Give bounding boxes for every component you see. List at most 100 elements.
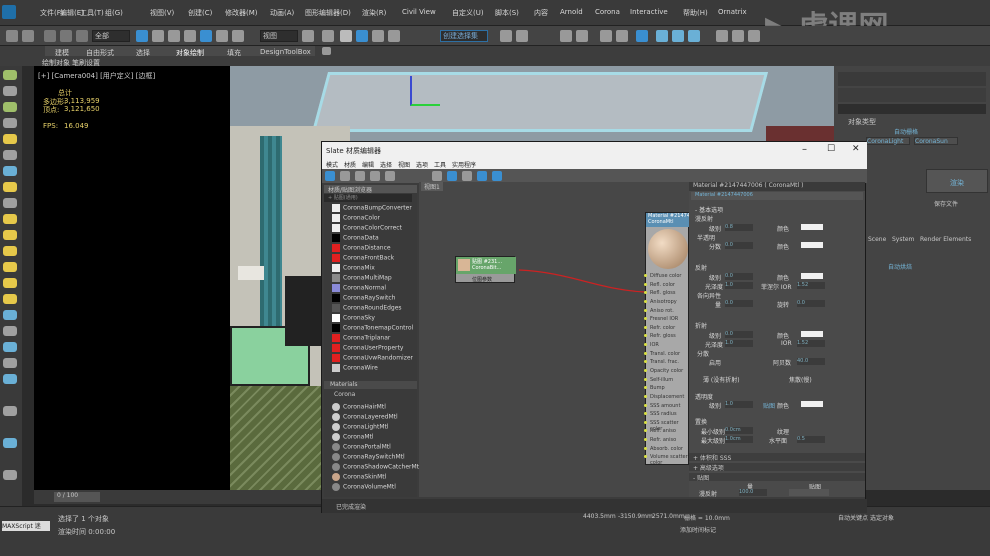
port-socket-icon[interactable] (644, 420, 647, 424)
port-socket-icon[interactable] (644, 308, 647, 312)
slate-menu-material[interactable]: 材质 (344, 160, 356, 169)
auto-bake-button[interactable]: 自动烘焙 (888, 262, 912, 271)
move-icon[interactable] (200, 30, 212, 42)
material-port[interactable]: Refl. gloss (646, 290, 690, 296)
rect-select-icon[interactable] (168, 30, 180, 42)
link-icon[interactable] (44, 30, 56, 42)
menu-group[interactable]: 组(G) (105, 8, 123, 18)
list-item[interactable]: CoronaMix (332, 264, 410, 274)
thin-checkbox[interactable]: 薄 (没有折射) (703, 375, 740, 384)
material-port[interactable]: IOR (646, 342, 690, 348)
wire-icon[interactable] (3, 374, 17, 384)
render-tab-system[interactable]: System (892, 236, 914, 243)
material-port[interactable]: SSS amount (646, 403, 690, 409)
params-name[interactable]: Material #2147447006 (691, 192, 863, 200)
opacity-level-spinner[interactable]: 1.0 (725, 401, 753, 408)
material-port[interactable]: Self-illum (646, 377, 690, 383)
slate-menu-select[interactable]: 选择 (380, 160, 392, 169)
corona-vfb-icon[interactable] (732, 30, 744, 42)
refr-gloss-spinner[interactable]: 1.0 (725, 340, 753, 347)
menu-interactive[interactable]: Interactive (630, 8, 668, 16)
bitmap-node[interactable]: 贴图 #231... CoronaBit... 位图参数 (455, 256, 516, 283)
caustics-checkbox[interactable]: 焦散(慢) (789, 375, 812, 384)
material-port[interactable]: Refr. gloss (646, 333, 690, 339)
list-item[interactable]: CoronaTriplanar (332, 334, 410, 344)
rollout-volume-sss[interactable]: + 体积和 SSS (689, 453, 865, 462)
ribbon-tab-selection[interactable]: 选择 (136, 48, 150, 58)
close-icon[interactable]: ✕ (852, 144, 860, 154)
render-tab-scene[interactable]: Scene (868, 236, 886, 243)
ruler-icon[interactable] (3, 406, 17, 416)
layout-children-icon[interactable] (477, 171, 487, 181)
material-node[interactable]: Material #21474... CoronaMtl Diffuse col… (644, 212, 695, 466)
refl-level-spinner[interactable]: 0.0 (725, 273, 753, 280)
list-item[interactable]: CoronaUserProperty (332, 344, 410, 354)
layout-icon[interactable] (462, 171, 472, 181)
slate-menu-options[interactable]: 选项 (416, 160, 428, 169)
list-item[interactable]: CoronaDistance (332, 244, 410, 254)
mirror-icon[interactable] (500, 30, 512, 42)
minimize-icon[interactable]: – (802, 144, 807, 155)
port-socket-icon[interactable] (644, 325, 647, 329)
reference-coord-dropdown[interactable]: 视图 (260, 30, 298, 42)
port-socket-icon[interactable] (644, 351, 647, 355)
list-item[interactable]: CoronaRoundEdges (332, 304, 410, 314)
pick-material-icon[interactable] (340, 171, 350, 181)
torus-icon[interactable] (3, 262, 17, 272)
menu-help[interactable]: 帮助(H) (683, 8, 708, 18)
time-slider[interactable]: 0 / 100 (54, 492, 100, 502)
list-item[interactable]: CoronaMtl (332, 433, 410, 443)
slate-menu-edit[interactable]: 编辑 (362, 160, 374, 169)
material-port[interactable]: Anisotropy (646, 299, 690, 305)
ribbon-tab-freeform[interactable]: 自由形式 (86, 48, 114, 58)
material-port[interactable]: Transl. color (646, 351, 690, 357)
globe-icon[interactable] (3, 438, 17, 448)
show-map-icon[interactable] (432, 171, 442, 181)
redo-icon[interactable] (22, 30, 34, 42)
disp-max-spinner[interactable]: 1.0cm (725, 436, 753, 443)
list-item[interactable]: CoronaShadowCatcherMtl (332, 463, 421, 473)
refl-gloss-spinner[interactable]: 1.0 (725, 282, 753, 289)
auto-key[interactable]: 自动关键点 (838, 513, 868, 522)
material-port[interactable]: Opacity color (646, 368, 690, 374)
list-item[interactable]: CoronaPortalMtl (332, 443, 410, 453)
material-port[interactable]: Fresnel IOR (646, 316, 690, 322)
rollout-advanced[interactable]: + 高级选项 (689, 463, 865, 472)
paint-icon[interactable] (3, 198, 17, 208)
ribbon-tab-designtoolbox[interactable]: DesignToolBox (260, 48, 311, 56)
brush-icon[interactable] (3, 326, 17, 336)
sphere-icon[interactable] (3, 214, 17, 224)
corona-group[interactable]: Corona (328, 391, 417, 399)
slate-menu-mode[interactable]: 模式 (326, 160, 338, 169)
scene-explorer-icon[interactable] (576, 30, 588, 42)
select-manipulate-icon[interactable] (322, 30, 334, 42)
menu-graph-editors[interactable]: 图形编辑器(D) (305, 8, 351, 18)
grid-icon[interactable] (3, 358, 17, 368)
menu-ornatrix[interactable]: Ornatrix (718, 8, 747, 16)
more-icon[interactable] (3, 470, 17, 480)
link-tool-icon[interactable] (3, 342, 17, 352)
auto-grid-checkbox[interactable]: 自动栅格 (894, 127, 918, 136)
delete-icon[interactable] (385, 171, 395, 181)
corona-sun-button[interactable]: CoronaSun (914, 137, 958, 145)
rollout-maps[interactable]: - 贴图 (689, 473, 865, 482)
port-socket-icon[interactable] (644, 377, 647, 381)
render-setup-icon[interactable] (656, 30, 668, 42)
diffuse-map-slot[interactable] (789, 489, 829, 496)
angle-snap-icon[interactable] (356, 30, 368, 42)
menu-scripting[interactable]: 脚本(S) (495, 8, 519, 18)
list-item[interactable]: CoronaVolumeMtl (332, 483, 410, 493)
port-socket-icon[interactable] (644, 282, 647, 286)
spinner-snap-icon[interactable] (388, 30, 400, 42)
menu-customize[interactable]: 自定义(U) (452, 8, 484, 18)
put-material-icon[interactable] (355, 171, 365, 181)
interactive-render-icon[interactable] (748, 30, 760, 42)
show-background-icon[interactable] (447, 171, 457, 181)
list-item[interactable]: CoronaWire (332, 364, 410, 374)
material-port[interactable]: SSS scatter color (646, 420, 690, 432)
menu-create[interactable]: 创建(C) (188, 8, 212, 18)
box-icon[interactable] (3, 230, 17, 240)
create-icon[interactable] (3, 70, 17, 80)
list-item[interactable]: CoronaColorCorrect (332, 224, 410, 234)
light-icon[interactable] (3, 118, 17, 128)
